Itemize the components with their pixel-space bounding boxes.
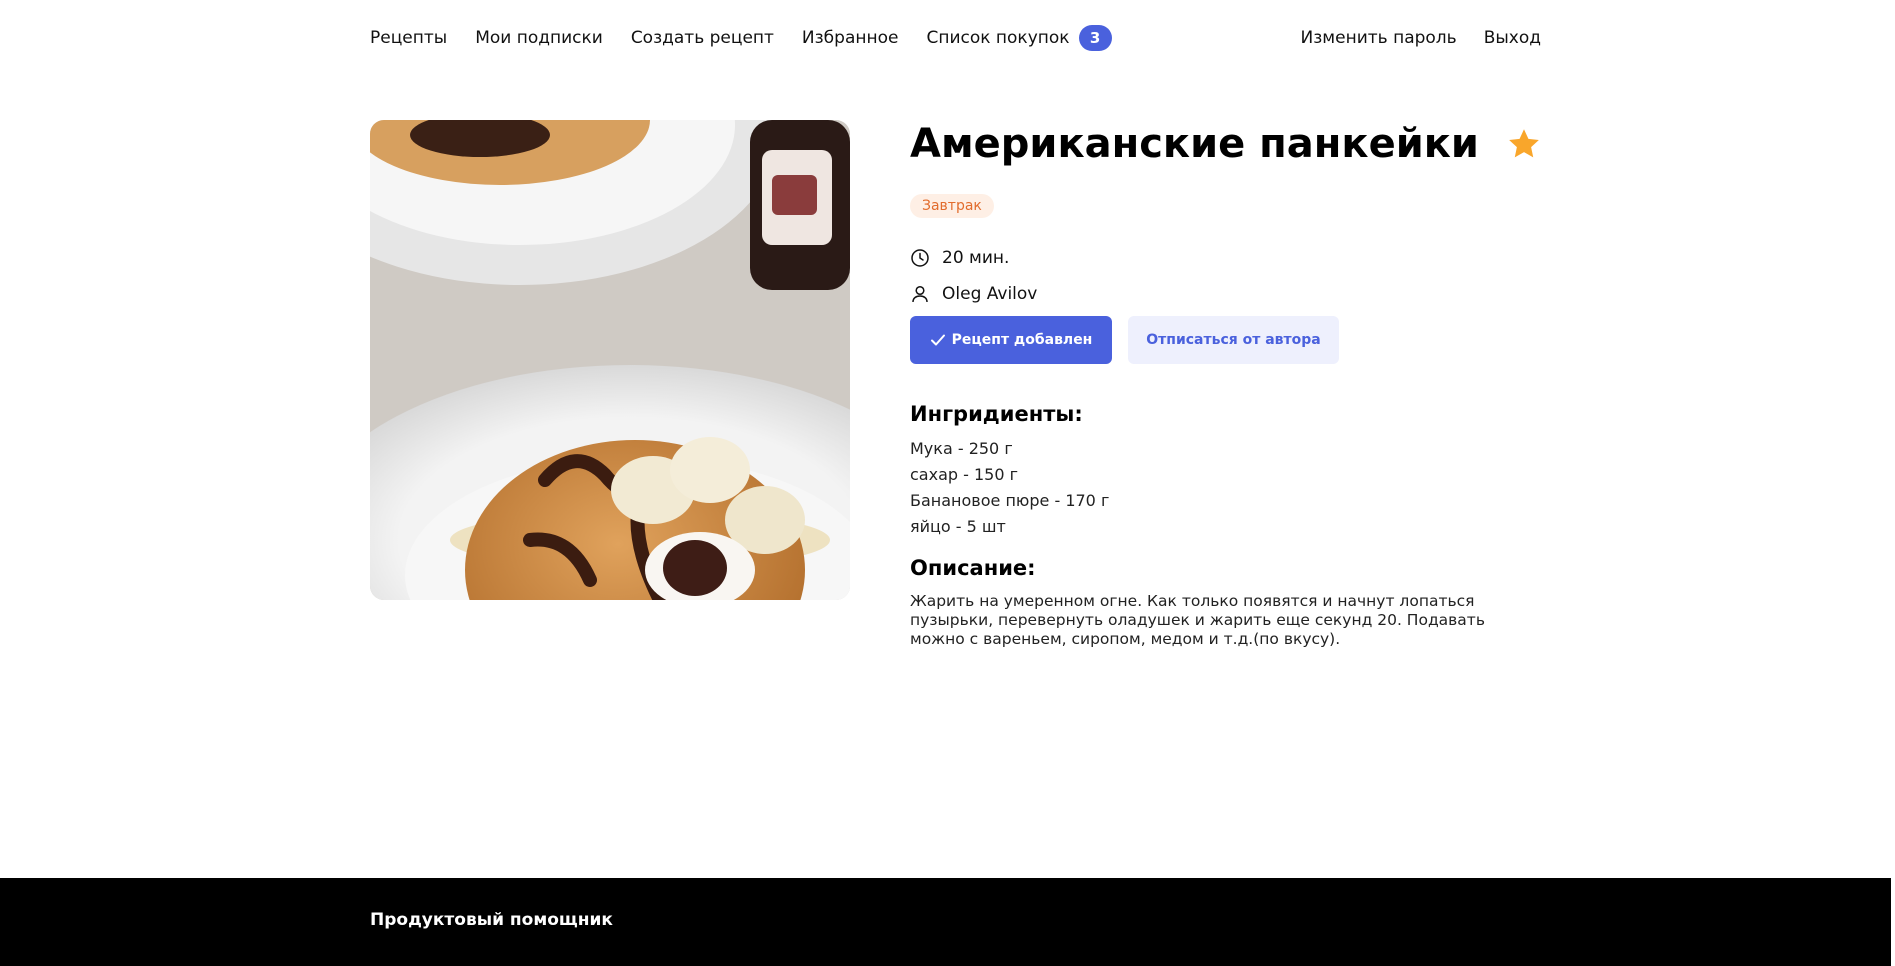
ingredient-item: сахар - 150 г xyxy=(910,465,1019,484)
recipe-description: Жарить на умеренном огне. Как только поя… xyxy=(910,592,1485,648)
ingredient-item: Мука - 250 г xyxy=(910,439,1013,458)
nav-link-logout[interactable]: Выход xyxy=(1484,24,1541,52)
nav-link-favorites[interactable]: Избранное xyxy=(802,24,899,52)
clock-icon xyxy=(911,249,929,267)
shopping-list-count-badge: 3 xyxy=(1078,25,1112,51)
recipe-actions: Рецепт добавлен Отписаться от автора xyxy=(910,316,1542,364)
ingredient-item: Банановое пюре - 170 г xyxy=(910,491,1110,510)
recipe-author-name[interactable]: Oleg Avilov xyxy=(942,284,1037,304)
recipe-tag: Завтрак xyxy=(910,194,994,218)
check-icon xyxy=(930,334,945,346)
description-title: Описание: xyxy=(910,556,1036,580)
ingredients-list: Мука - 250 г сахар - 150 г Банановое пюр… xyxy=(910,436,1542,540)
nav-link-change-password[interactable]: Изменить пароль xyxy=(1301,24,1457,52)
nav-main-links: Рецепты Мои подписки Создать рецепт Избр… xyxy=(370,24,1112,52)
unsubscribe-author-button[interactable]: Отписаться от автора xyxy=(1128,316,1339,364)
cooking-time-value: 20 мин. xyxy=(942,248,1010,268)
user-icon xyxy=(912,285,928,303)
star-icon[interactable] xyxy=(1506,126,1542,162)
ingredients-title: Ингридиенты: xyxy=(910,402,1083,426)
page-edge xyxy=(1891,0,1895,966)
nav-link-recipes[interactable]: Рецепты xyxy=(370,24,447,52)
recipe-photo xyxy=(370,120,850,600)
recipe-title-row: Американские панкейки xyxy=(910,112,1542,176)
nav-account-links: Изменить пароль Выход xyxy=(1274,24,1541,52)
footer: Продуктовый помощник xyxy=(0,878,1891,966)
footer-brand[interactable]: Продуктовый помощник xyxy=(370,910,613,930)
recipe-details: Американские панкейки Завтрак 20 мин. Ol… xyxy=(910,112,1542,649)
recipe-added-button[interactable]: Рецепт добавлен xyxy=(910,316,1112,364)
nav-link-shopping-list[interactable]: Список покупок xyxy=(926,24,1069,52)
top-navigation: Рецепты Мои подписки Создать рецепт Избр… xyxy=(0,0,1895,76)
recipe-author: Oleg Avilov xyxy=(910,276,1542,312)
recipe-title: Американские панкейки xyxy=(910,121,1479,167)
nav-link-create-recipe[interactable]: Создать рецепт xyxy=(631,24,774,52)
ingredient-item: яйцо - 5 шт xyxy=(910,517,1006,536)
recipe-meta: 20 мин. Oleg Avilov xyxy=(910,240,1542,312)
recipe-added-label: Рецепт добавлен xyxy=(951,332,1093,348)
cooking-time: 20 мин. xyxy=(910,240,1542,276)
nav-link-subscriptions[interactable]: Мои подписки xyxy=(475,24,603,52)
pancakes-photo-illustration xyxy=(370,120,850,600)
